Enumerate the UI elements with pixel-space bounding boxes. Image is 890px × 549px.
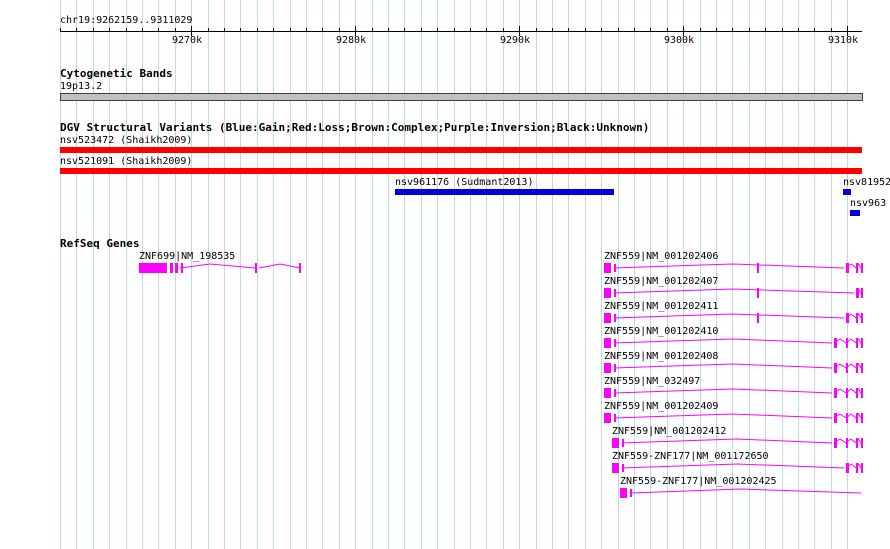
gene-intron <box>613 413 833 419</box>
gene-exon[interactable] <box>861 263 863 273</box>
gene-exon[interactable] <box>604 263 611 273</box>
gene-intron <box>621 463 845 469</box>
gene-exon[interactable] <box>181 263 183 273</box>
gene-exon[interactable] <box>604 388 611 398</box>
gene-intron <box>613 288 855 294</box>
gene-exon[interactable] <box>622 439 624 447</box>
gene-exon[interactable] <box>757 313 759 323</box>
gene-exon[interactable] <box>299 263 301 273</box>
gene-exon[interactable] <box>614 389 616 397</box>
genome-browser-view: chr19:9262159..9311029 9270k 9280k 9290k… <box>0 0 890 549</box>
gene-exon[interactable] <box>614 314 616 322</box>
gene-intron <box>258 263 301 269</box>
gene-exon[interactable] <box>170 263 173 273</box>
gene-intron <box>613 388 833 394</box>
gene-exon[interactable] <box>604 338 611 348</box>
gene-exon[interactable] <box>614 364 616 372</box>
gene-exon[interactable] <box>604 313 611 323</box>
gene-exon[interactable] <box>604 413 611 423</box>
gene-exon[interactable] <box>861 438 863 448</box>
gene-exon[interactable] <box>139 263 167 273</box>
gene-exon[interactable] <box>757 263 759 273</box>
gene-exon[interactable] <box>612 438 619 448</box>
gene-intron <box>613 363 833 369</box>
gene-intron <box>629 488 862 494</box>
gene-exon[interactable] <box>175 263 178 273</box>
gene-intron <box>613 313 845 319</box>
gene-exon[interactable] <box>861 463 863 473</box>
gene-exon[interactable] <box>861 288 863 298</box>
gene-exon[interactable] <box>255 263 257 273</box>
gene-exon[interactable] <box>630 489 632 497</box>
gene-exon[interactable] <box>757 288 759 298</box>
gene-exon[interactable] <box>861 338 863 348</box>
gene-models <box>139 263 863 498</box>
gene-exon[interactable] <box>861 413 863 423</box>
gene-exon[interactable] <box>604 363 611 373</box>
gene-intron <box>613 338 833 344</box>
gene-exon[interactable] <box>614 414 616 422</box>
gene-exon[interactable] <box>612 463 619 473</box>
gene-exon[interactable] <box>614 289 616 297</box>
gene-intron <box>179 263 256 269</box>
gene-exon[interactable] <box>604 288 611 298</box>
gene-exon[interactable] <box>861 313 863 323</box>
gene-exon[interactable] <box>622 464 624 472</box>
gene-exon[interactable] <box>620 488 627 498</box>
gene-exon[interactable] <box>861 363 863 373</box>
gene-exon[interactable] <box>614 339 616 347</box>
gene-exon[interactable] <box>861 388 863 398</box>
gene-exon[interactable] <box>614 264 616 272</box>
gene-intron <box>613 263 845 269</box>
gene-intron <box>621 438 833 444</box>
